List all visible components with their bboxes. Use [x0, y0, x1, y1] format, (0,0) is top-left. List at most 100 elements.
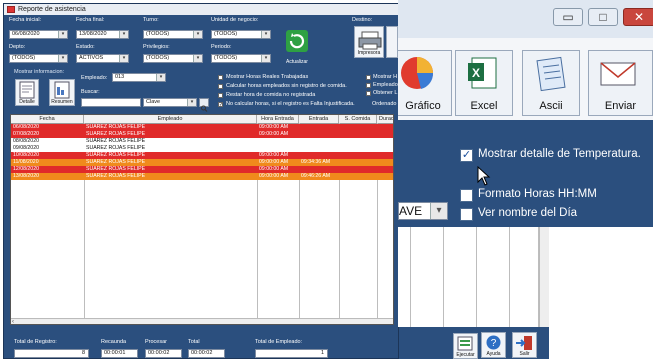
- horizontal-scrollbar[interactable]: ‹: [11, 318, 393, 324]
- restar-comida-checkbox[interactable]: [218, 93, 223, 98]
- turno-select[interactable]: (TODOS) ▾: [143, 30, 203, 39]
- right-check-3[interactable]: [366, 91, 371, 96]
- unidad-select[interactable]: (TODOS) ▾: [211, 30, 271, 39]
- right-check-2[interactable]: [366, 83, 371, 88]
- empleado-select[interactable]: 013 ▾: [112, 73, 166, 82]
- chevron-down-icon[interactable]: ▾: [58, 55, 67, 62]
- clave-select[interactable]: Clave ▾: [143, 98, 197, 107]
- col-fecha[interactable]: Fecha: [11, 115, 84, 123]
- grid-continuation: [398, 227, 549, 327]
- actualizar-button[interactable]: Actualizar: [280, 28, 314, 65]
- cell-hora-entrada: 09:00:00 AM: [259, 152, 289, 158]
- cell-hora-entrada: 09:00:00 AM: [259, 166, 289, 172]
- enviar-label: Enviar: [604, 100, 637, 112]
- recaudar-label: Recaunda: [101, 339, 127, 345]
- table-row[interactable]: 12/08/2020 SUAREZ ROJAS FELIPE 09:00:00 AM: [11, 166, 393, 173]
- chevron-down-icon[interactable]: ▾: [430, 203, 447, 219]
- table-row[interactable]: 08/08/2020 SUAREZ ROJAS FELIPE: [11, 138, 393, 145]
- calcular-horas-checkbox[interactable]: [218, 84, 223, 89]
- chevron-down-icon[interactable]: ▾: [193, 31, 202, 38]
- ascii-label: Ascii: [539, 100, 563, 112]
- temperatura-checkbox[interactable]: ✓: [460, 149, 473, 162]
- formato-horas-checkbox[interactable]: [460, 189, 473, 202]
- periodo-select[interactable]: (TODOS) ▾: [211, 54, 271, 63]
- right-check-1[interactable]: [366, 75, 371, 80]
- table-row[interactable]: 06/08/2020 SUAREZ ROJAS FELIPE 09:00:00 AM: [11, 124, 393, 131]
- minimize-icon: ▭: [562, 10, 574, 24]
- vertical-scrollbar[interactable]: [539, 227, 549, 327]
- minimize-button[interactable]: ▭: [553, 8, 583, 26]
- ver-dia-checkbox[interactable]: [460, 208, 473, 221]
- col-entrada[interactable]: Entrada: [299, 115, 339, 123]
- depto-label: Depto:: [9, 44, 26, 50]
- fecha-inicial-value: 06/08/2020: [12, 31, 40, 37]
- excel-button[interactable]: X Excel: [455, 50, 513, 116]
- cell-empleado: SUAREZ ROJAS FELIPE: [86, 173, 146, 179]
- maximize-button[interactable]: □: [588, 8, 618, 26]
- chevron-down-icon[interactable]: ▾: [261, 31, 270, 38]
- clave-partial-value: AVE: [399, 204, 423, 218]
- chevron-down-icon[interactable]: ▾: [119, 55, 128, 62]
- cell-fecha: 06/08/2020: [13, 124, 39, 130]
- impresora-button[interactable]: Impresora: [354, 26, 384, 58]
- cell-entrada: 09:46:26 AM: [301, 173, 331, 179]
- col-divider: [509, 227, 510, 327]
- grafico-label: Gráfico: [405, 100, 441, 112]
- ayuda-button[interactable]: ? Ayuda: [481, 332, 506, 358]
- zoom-overlay: ▭ □ ✕ Gráfico X Excel Ascii Enviar ✓ Mos…: [398, 0, 653, 227]
- procesar-label: Procesar: [145, 339, 168, 345]
- table-row[interactable]: 11/08/2020 SUAREZ ROJAS FELIPE 09:00:00 AM…: [11, 159, 393, 166]
- no-calcular-label: No calcular horas, si el registro es Fal…: [226, 101, 355, 107]
- envelope-icon: [600, 62, 636, 86]
- cell-hora-entrada: [257, 145, 299, 152]
- depto-value: (TODOS): [12, 55, 36, 61]
- no-calcular-checkbox[interactable]: ✓: [218, 102, 223, 108]
- depto-select[interactable]: (TODOS) ▾: [9, 54, 68, 63]
- privilegios-select[interactable]: (TODOS) ▾: [143, 54, 203, 63]
- ascii-button[interactable]: Ascii: [522, 50, 580, 116]
- attendance-grid[interactable]: Fecha Empleado Hora Entrada Entrada S. C…: [10, 114, 394, 325]
- table-row[interactable]: 10/08/2020 SUAREZ ROJAS FELIPE 09:00:00 AM: [11, 152, 393, 159]
- cell-fecha: 07/08/2020: [13, 131, 39, 137]
- chevron-down-icon[interactable]: ▾: [261, 55, 270, 62]
- grafico-button[interactable]: Gráfico: [398, 50, 452, 116]
- enviar-button[interactable]: Enviar: [588, 50, 653, 116]
- chevron-down-icon[interactable]: ▾: [193, 55, 202, 62]
- estado-value: ACTIVOS: [79, 55, 104, 61]
- fecha-final-label: Fecha final:: [76, 17, 105, 23]
- table-row[interactable]: 13/08/2020 SUAREZ ROJAS FELIPE 09:00:00 AM…: [11, 173, 393, 180]
- resumen-button[interactable]: Resumen: [49, 79, 75, 106]
- col-duracion[interactable]: Duracio: [377, 115, 393, 123]
- mostrar-horas-label: Mostrar Horas Reales Trabajadas: [226, 74, 309, 80]
- buscar-input[interactable]: [81, 98, 141, 107]
- col-hora-entrada[interactable]: Hora Entrada: [257, 115, 299, 123]
- chevron-down-icon[interactable]: ▾: [187, 99, 196, 106]
- cell-empleado: SUAREZ ROJAS FELIPE: [86, 159, 146, 165]
- col-divider: [410, 227, 411, 327]
- search-button[interactable]: [199, 98, 209, 112]
- privilegios-label: Privilegios:: [143, 44, 170, 50]
- actualizar-label: Actualizar: [286, 59, 308, 65]
- pantalla-button-partial[interactable]: [386, 26, 398, 58]
- procesar-value: 00:00:02: [145, 349, 182, 358]
- chevron-down-icon[interactable]: ▾: [156, 74, 165, 81]
- col-s-comida[interactable]: S. Comida: [339, 115, 377, 123]
- col-empleado[interactable]: Empleado: [84, 115, 257, 123]
- unidad-value: (TODOS): [214, 31, 238, 37]
- calendar-dropdown-icon[interactable]: ▾: [119, 31, 128, 38]
- cell-empleado: SUAREZ ROJAS FELIPE: [86, 131, 146, 137]
- fecha-inicial-field[interactable]: 06/08/2020 ▾: [9, 30, 68, 39]
- salir-button[interactable]: Salir: [512, 332, 537, 358]
- mostrar-horas-checkbox[interactable]: [218, 75, 223, 80]
- table-row[interactable]: 07/08/2020 SUAREZ ROJAS FELIPE 09:00:00 AM: [11, 131, 393, 138]
- calendar-dropdown-icon[interactable]: ▾: [58, 31, 67, 38]
- fecha-final-field[interactable]: 13/08/2020 ▾: [76, 30, 129, 39]
- scroll-left-icon[interactable]: ‹: [12, 319, 14, 324]
- cell-fecha: 08/08/2020: [13, 138, 39, 144]
- estado-select[interactable]: ACTIVOS ▾: [76, 54, 129, 63]
- table-row[interactable]: 09/08/2020 SUAREZ ROJAS FELIPE: [11, 145, 393, 152]
- detalle-button[interactable]: Detalle: [15, 79, 39, 106]
- close-button[interactable]: ✕: [623, 8, 653, 26]
- ejecutar-button[interactable]: Ejecutar: [453, 333, 478, 359]
- clave-select-zoomed[interactable]: AVE ▾: [398, 202, 448, 220]
